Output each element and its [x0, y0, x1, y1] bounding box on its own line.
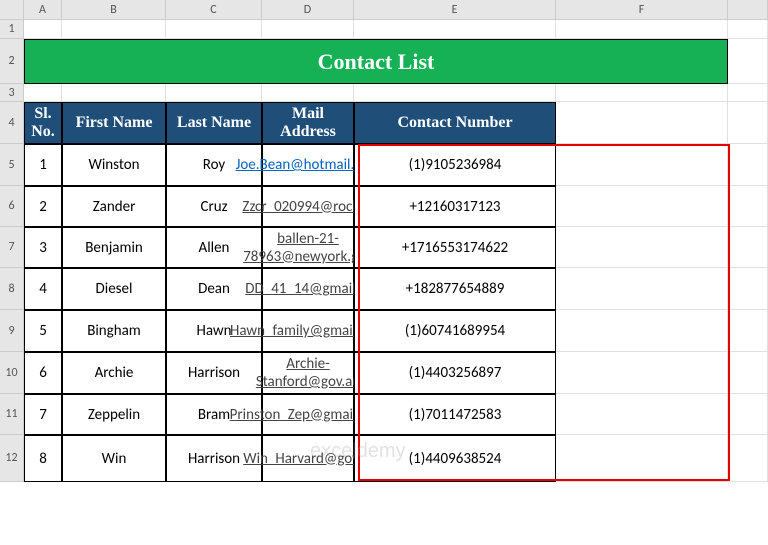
cell-mail[interactable]: Hawn_family@gmail.com	[262, 310, 354, 352]
col-header-E[interactable]: E	[354, 0, 556, 20]
cell-sl[interactable]: 6	[24, 352, 62, 394]
cell-blank[interactable]	[728, 84, 768, 102]
cell-blank[interactable]	[556, 268, 728, 310]
cell-mail[interactable]: Zzcr_020994@rock.la	[262, 186, 354, 227]
row-header-10[interactable]: 10	[0, 352, 24, 394]
col-header-D[interactable]: D	[262, 0, 354, 20]
header-first: First Name	[62, 102, 166, 144]
spreadsheet-grid: ABCDEF12Contact List34Sl. No.First NameL…	[0, 0, 768, 482]
cell-blank[interactable]	[556, 144, 728, 186]
cell-blank[interactable]	[24, 84, 62, 102]
cell-first[interactable]: Zeppelin	[62, 394, 166, 435]
cell-blank[interactable]	[728, 352, 768, 394]
cell-last[interactable]: Harrison	[166, 352, 262, 394]
cell-contact[interactable]: (1)4409638524	[354, 435, 556, 482]
cell-blank[interactable]	[728, 20, 768, 39]
cell-sl[interactable]: 3	[24, 227, 62, 268]
cell-blank[interactable]	[728, 102, 768, 144]
cell-blank[interactable]	[166, 84, 262, 102]
row-header-1[interactable]: 1	[0, 20, 24, 39]
header-sl: Sl. No.	[24, 102, 62, 144]
cell-first[interactable]: Archie	[62, 352, 166, 394]
col-header-B[interactable]: B	[62, 0, 166, 20]
cell-mail[interactable]: DD_41_14@gmail.in	[262, 268, 354, 310]
col-header-blank[interactable]	[728, 0, 768, 20]
col-header-C[interactable]: C	[166, 0, 262, 20]
row-header-9[interactable]: 9	[0, 310, 24, 352]
cell-blank[interactable]	[24, 20, 62, 39]
cell-first[interactable]: Winston	[62, 144, 166, 186]
cell-contact[interactable]: +1716553174622	[354, 227, 556, 268]
row-header-7[interactable]: 7	[0, 227, 24, 268]
row-header-11[interactable]: 11	[0, 394, 24, 435]
header-contact: Contact Number	[354, 102, 556, 144]
mail-link[interactable]: Archie-Stanford@gov.au	[256, 355, 360, 391]
col-header-A[interactable]: A	[24, 0, 62, 20]
row-header-6[interactable]: 6	[0, 186, 24, 227]
cell-contact[interactable]: (1)7011472583	[354, 394, 556, 435]
row-header-3[interactable]: 3	[0, 84, 24, 102]
header-last: Last Name	[166, 102, 262, 144]
cell-mail[interactable]: Joe.Bean@hotmail.com	[262, 144, 354, 186]
cell-contact[interactable]: (1)9105236984	[354, 144, 556, 186]
cell-blank[interactable]	[728, 39, 768, 84]
cell-blank[interactable]	[728, 268, 768, 310]
cell-blank[interactable]	[354, 20, 556, 39]
cell-first[interactable]: Bingham	[62, 310, 166, 352]
cell-mail[interactable]: Win_Harvard@gov.in	[262, 435, 354, 482]
cell-contact[interactable]: +12160317123	[354, 186, 556, 227]
cell-sl[interactable]: 4	[24, 268, 62, 310]
cell-blank[interactable]	[62, 84, 166, 102]
col-header-F[interactable]: F	[556, 0, 728, 20]
cell-mail[interactable]: Prinston_Zep@gmail.com	[262, 394, 354, 435]
cell-contact[interactable]: (1)4403256897	[354, 352, 556, 394]
title-bar: Contact List	[24, 39, 728, 84]
cell-blank[interactable]	[556, 394, 728, 435]
cell-sl[interactable]: 7	[24, 394, 62, 435]
cell-blank[interactable]	[556, 102, 728, 144]
cell-blank[interactable]	[556, 20, 728, 39]
row-header-12[interactable]: 12	[0, 435, 24, 482]
cell-blank[interactable]	[556, 186, 728, 227]
cell-blank[interactable]	[556, 84, 728, 102]
cell-blank[interactable]	[728, 310, 768, 352]
cell-blank[interactable]	[728, 435, 768, 482]
cell-blank[interactable]	[728, 394, 768, 435]
cell-blank[interactable]	[728, 144, 768, 186]
corner-cell	[0, 0, 24, 20]
cell-first[interactable]: Win	[62, 435, 166, 482]
row-header-5[interactable]: 5	[0, 144, 24, 186]
row-header-2[interactable]: 2	[0, 39, 24, 84]
cell-blank[interactable]	[556, 435, 728, 482]
cell-first[interactable]: Diesel	[62, 268, 166, 310]
cell-first[interactable]: Zander	[62, 186, 166, 227]
cell-sl[interactable]: 2	[24, 186, 62, 227]
cell-mail[interactable]: ballen-21-78963@newyork.gov	[262, 227, 354, 268]
cell-blank[interactable]	[166, 20, 262, 39]
cell-sl[interactable]: 5	[24, 310, 62, 352]
cell-sl[interactable]: 8	[24, 435, 62, 482]
cell-blank[interactable]	[728, 227, 768, 268]
row-header-8[interactable]: 8	[0, 268, 24, 310]
cell-mail[interactable]: Archie-Stanford@gov.au	[262, 352, 354, 394]
header-mail: Mail Address	[262, 102, 354, 144]
cell-blank[interactable]	[556, 310, 728, 352]
cell-blank[interactable]	[262, 20, 354, 39]
cell-contact[interactable]: (1)60741689954	[354, 310, 556, 352]
cell-contact[interactable]: +182877654889	[354, 268, 556, 310]
cell-first[interactable]: Benjamin	[62, 227, 166, 268]
row-header-4[interactable]: 4	[0, 102, 24, 144]
cell-blank[interactable]	[62, 20, 166, 39]
cell-sl[interactable]: 1	[24, 144, 62, 186]
cell-blank[interactable]	[262, 84, 354, 102]
cell-blank[interactable]	[728, 186, 768, 227]
mail-link[interactable]: DD_41_14@gmail.in	[245, 280, 370, 298]
cell-blank[interactable]	[354, 84, 556, 102]
cell-blank[interactable]	[556, 352, 728, 394]
cell-blank[interactable]	[556, 227, 728, 268]
